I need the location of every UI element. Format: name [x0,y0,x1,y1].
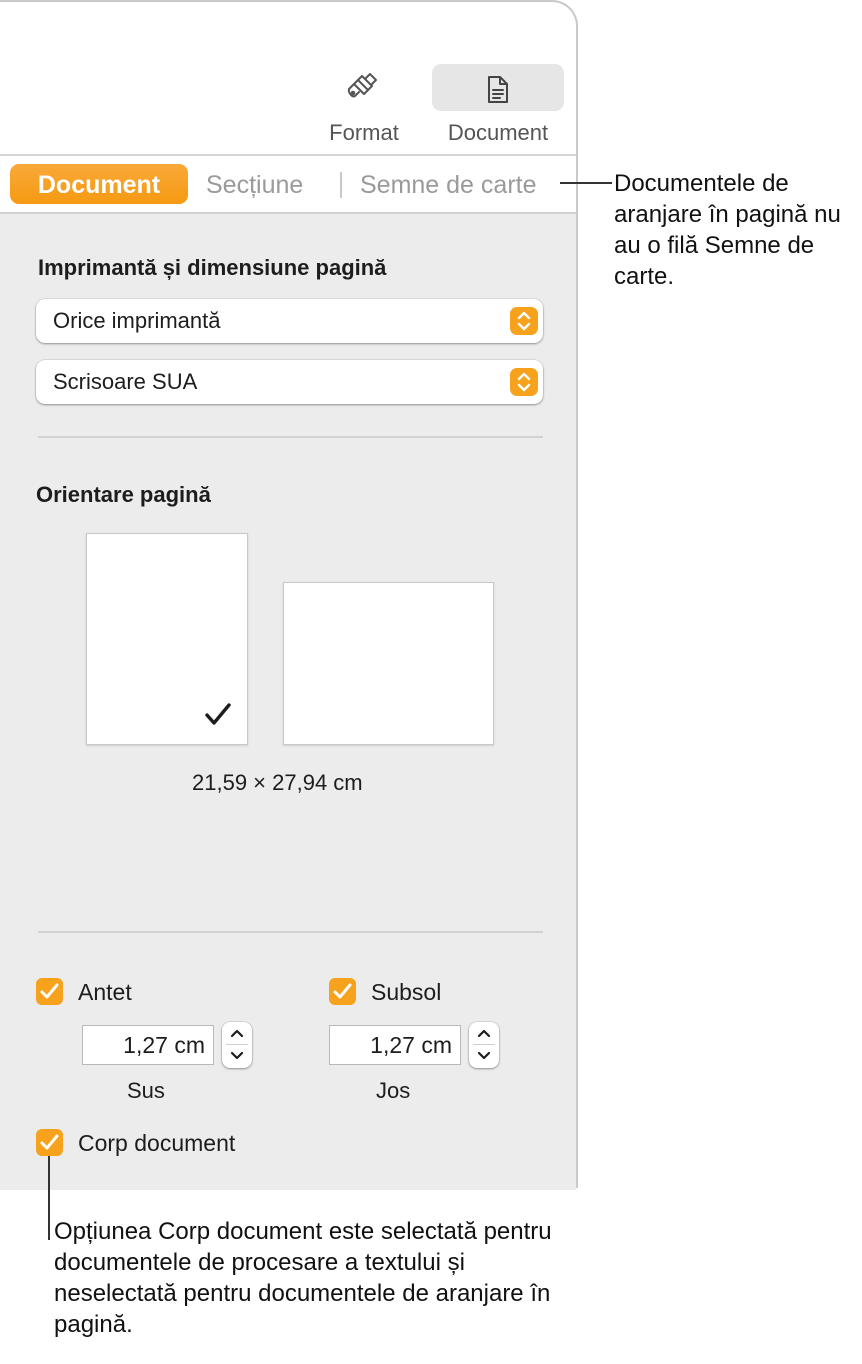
header-margin-stepper[interactable] [222,1022,252,1068]
checkmark-icon [203,702,233,733]
portrait-orientation-option[interactable] [86,533,248,745]
footer-margin-field[interactable]: 1,27 cm [329,1025,461,1065]
paper-size-popup[interactable]: Scrisoare SUA [36,360,543,404]
popup-chevrons-icon [510,307,538,335]
document-body-checkbox[interactable] [36,1129,63,1156]
page-dimensions: 21,59 × 27,94 cm [192,770,363,795]
tab-bookmarks[interactable]: Semne de carte [360,164,537,204]
stepper-arrows-icon [477,1029,491,1060]
footer-margin-stepper[interactable] [469,1022,499,1068]
format-label: Format [329,120,399,145]
header-checkbox[interactable] [36,978,63,1005]
bookmarks-callout: Documentele de aranjare în pagină nu au … [614,170,841,290]
header-margin-field[interactable]: 1,27 cm [82,1025,214,1065]
tab-document[interactable]: Document [10,164,188,204]
checkbox-check-icon [333,983,352,999]
checkbox-check-icon [40,1134,59,1150]
document-toolbar-button[interactable]: Document [432,66,564,148]
landscape-orientation-option[interactable] [283,582,494,745]
checkbox-check-icon [40,983,59,999]
document-inspector-panel: Format Document Document Secțiune Semne … [0,0,578,1190]
orientation-heading: Orientare pagină [36,482,211,507]
section-divider [38,931,543,933]
body-callout-line [48,1156,50,1240]
printer-section-heading: Imprimantă și dimensiune pagină [38,255,387,280]
footer-sublabel: Jos [376,1078,411,1103]
paintbrush-icon [346,70,380,112]
section-divider [38,436,543,438]
footer-checkbox[interactable] [329,978,356,1005]
document-icon [485,75,511,111]
format-toolbar-button[interactable]: Format [318,66,410,148]
printer-popup[interactable]: Orice imprimantă [36,299,543,343]
toolbar-separator [0,154,576,156]
bookmarks-callout-line [560,182,612,184]
stepper-arrows-icon [230,1029,244,1060]
document-body-label: Corp document [78,1130,236,1156]
tab-section[interactable]: Secțiune [206,164,303,204]
header-sublabel: Sus [127,1078,165,1103]
printer-popup-value: Orice imprimantă [53,308,221,333]
paper-size-popup-value: Scrisoare SUA [53,369,198,394]
popup-chevrons-icon [510,368,538,396]
document-label: Document [447,120,549,145]
tab-divider [340,172,342,198]
header-label: Antet [78,979,132,1005]
footer-label: Subsol [371,979,442,1005]
body-callout: Opțiunea Corp document este selectată pe… [54,1218,552,1338]
